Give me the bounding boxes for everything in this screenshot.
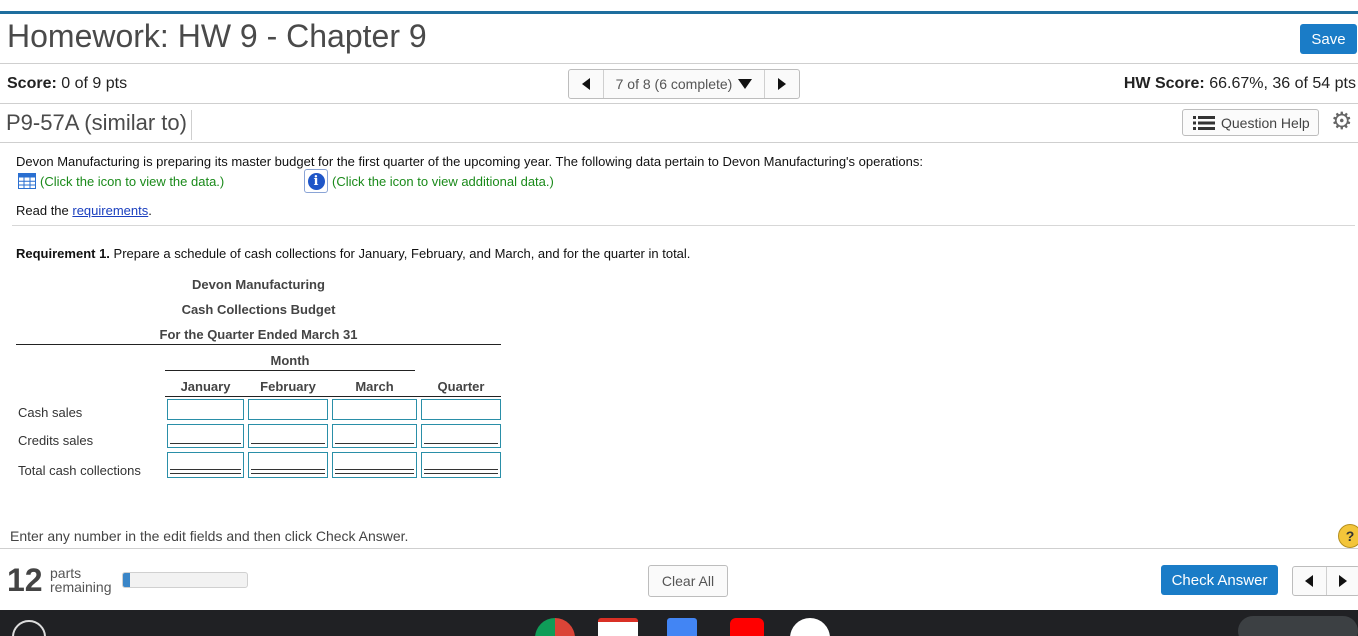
additional-data-link[interactable]: i (Click the icon to view additional dat…: [304, 169, 554, 193]
question-navigator: 7 of 8 (6 complete): [568, 69, 800, 99]
header-rule: [165, 396, 501, 397]
row-label-cash-sales: Cash sales: [18, 405, 83, 420]
month-rule: [165, 370, 415, 371]
column-header-february: February: [260, 379, 316, 394]
divider: [0, 142, 1358, 143]
table-icon: [18, 173, 36, 189]
read-suffix: .: [148, 203, 152, 218]
list-icon: [1193, 115, 1215, 130]
chrome-icon[interactable]: [535, 618, 575, 636]
instruction-text: Enter any number in the edit fields and …: [10, 528, 409, 544]
progress-fill: [123, 573, 131, 587]
play-store-icon[interactable]: [790, 618, 830, 636]
requirement-1-text: Prepare a schedule of cash collections f…: [109, 246, 691, 261]
gear-icon[interactable]: ⚙: [1331, 110, 1353, 134]
help-icon[interactable]: ?: [1338, 524, 1358, 548]
credits-sales-february-input[interactable]: [248, 424, 328, 448]
launcher-icon[interactable]: [12, 620, 46, 636]
cash-sales-quarter-input[interactable]: [421, 399, 501, 420]
requirement-1: Requirement 1. Prepare a schedule of cas…: [16, 246, 690, 261]
divider: [0, 63, 1358, 64]
remaining-word: remaining: [50, 579, 112, 595]
page-title: Homework: HW 9 - Chapter 9: [7, 18, 427, 54]
next-button[interactable]: [1327, 567, 1358, 595]
check-answer-button[interactable]: Check Answer: [1161, 565, 1278, 595]
hw-score-label: HW Score:: [1123, 75, 1205, 92]
arrow-left-icon: [1305, 575, 1314, 587]
row-label-credits-sales: Credits sales: [18, 433, 94, 448]
credits-sales-quarter-input[interactable]: [421, 424, 501, 448]
row-label-total-cash-collections: Total cash collections: [18, 463, 141, 478]
question-progress-text: 7 of 8 (6 complete): [615, 76, 733, 92]
question-help-button[interactable]: Question Help: [1182, 109, 1319, 136]
parts-progress-bar: [122, 572, 248, 588]
info-icon: i: [304, 169, 328, 193]
schedule-period: For the Quarter Ended March 31: [159, 327, 358, 342]
credits-sales-january-input[interactable]: [167, 424, 244, 448]
status-tray[interactable]: [1238, 616, 1358, 636]
month-header: Month: [270, 353, 310, 368]
bottom-navigator: [1292, 566, 1358, 596]
problem-intro: Devon Manufacturing is preparing its mas…: [16, 154, 923, 169]
total-quarter-input[interactable]: [421, 452, 501, 478]
read-prefix: Read the: [16, 203, 73, 218]
schedule-rule: [16, 344, 501, 345]
previous-question-button[interactable]: [569, 70, 604, 98]
cash-sales-january-input[interactable]: [167, 399, 244, 420]
hw-score: HW Score: 66.67%, 36 of 54 pts: [1124, 75, 1356, 93]
score: Score: 0 of 9 pts: [7, 75, 127, 93]
total-january-input[interactable]: [167, 452, 244, 478]
schedule-company: Devon Manufacturing: [192, 277, 325, 292]
docs-icon[interactable]: [667, 618, 697, 636]
question-help-label: Question Help: [1221, 114, 1310, 131]
data-link-text: (Click the icon to view the data.): [40, 173, 225, 189]
divider: [12, 225, 1355, 226]
caret-down-icon: [738, 79, 753, 89]
previous-button[interactable]: [1293, 567, 1327, 595]
read-requirements: Read the requirements.: [16, 203, 152, 218]
schedule-title: Cash Collections Budget: [181, 302, 336, 317]
arrow-right-icon: [778, 78, 786, 90]
gmail-icon[interactable]: [598, 618, 638, 636]
cash-sales-february-input[interactable]: [248, 399, 328, 420]
total-february-input[interactable]: [248, 452, 328, 478]
arrow-right-icon: [1338, 575, 1347, 587]
divider: [0, 548, 1358, 549]
parts-word: parts: [50, 565, 82, 581]
question-selector[interactable]: 7 of 8 (6 complete): [604, 70, 764, 98]
column-header-january: January: [180, 379, 231, 394]
hw-score-value: 66.67%, 36 of 54 pts: [1209, 75, 1356, 92]
credits-sales-march-input[interactable]: [332, 424, 417, 448]
next-question-button[interactable]: [764, 70, 799, 98]
column-header-quarter: Quarter: [437, 379, 485, 394]
question-id: P9-57A (similar to): [6, 110, 192, 140]
requirement-1-label: Requirement 1.: [16, 246, 110, 261]
top-accent-bar: [0, 0, 1358, 14]
additional-data-link-text: (Click the icon to view additional data.…: [332, 173, 554, 189]
cash-sales-march-input[interactable]: [332, 399, 417, 420]
score-value: 0 of 9 pts: [61, 75, 128, 92]
divider: [0, 103, 1358, 104]
total-march-input[interactable]: [332, 452, 417, 478]
os-taskbar: [0, 610, 1358, 636]
requirements-link[interactable]: requirements: [72, 203, 148, 218]
save-button[interactable]: Save: [1300, 24, 1357, 54]
data-link[interactable]: (Click the icon to view the data.): [18, 173, 224, 189]
column-header-march: March: [355, 379, 394, 394]
score-label: Score:: [7, 75, 57, 92]
parts-remaining-count: 12: [7, 562, 43, 598]
arrow-left-icon: [582, 78, 590, 90]
clear-all-button[interactable]: Clear All: [648, 565, 728, 597]
youtube-icon[interactable]: [730, 618, 764, 636]
parts-remaining-label: parts remaining: [50, 566, 111, 594]
